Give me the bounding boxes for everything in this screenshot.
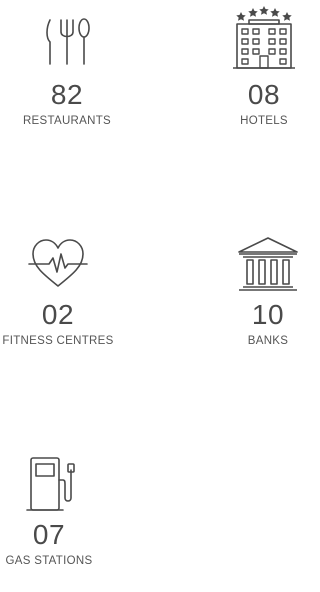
stat-restaurants: 82 RESTAURANTS	[0, 14, 147, 128]
stat-hotels: 08 HOTELS	[184, 2, 320, 128]
fitness-label: FITNESS CENTRES	[2, 335, 114, 347]
gas-count: 07	[32, 519, 66, 550]
gas-label: GAS STATIONS	[5, 555, 93, 567]
fork-knife-spoon-icon	[0, 14, 147, 74]
hotels-count: 08	[247, 79, 281, 110]
heartbeat-icon	[0, 234, 138, 294]
bank-building-icon	[188, 234, 320, 294]
fuel-pump-icon	[0, 454, 129, 514]
banks-label: BANKS	[247, 335, 289, 347]
banks-count: 10	[251, 299, 285, 330]
restaurants-label: RESTAURANTS	[22, 115, 112, 127]
hotel-building-icon	[184, 2, 320, 69]
stat-banks: 10 BANKS	[188, 234, 320, 348]
restaurants-count: 82	[50, 79, 84, 110]
hotels-label: HOTELS	[240, 115, 288, 127]
stat-gas: 07 GAS STATIONS	[0, 454, 129, 568]
fitness-count: 02	[41, 299, 75, 330]
stat-fitness: 02 FITNESS CENTRES	[0, 234, 138, 348]
